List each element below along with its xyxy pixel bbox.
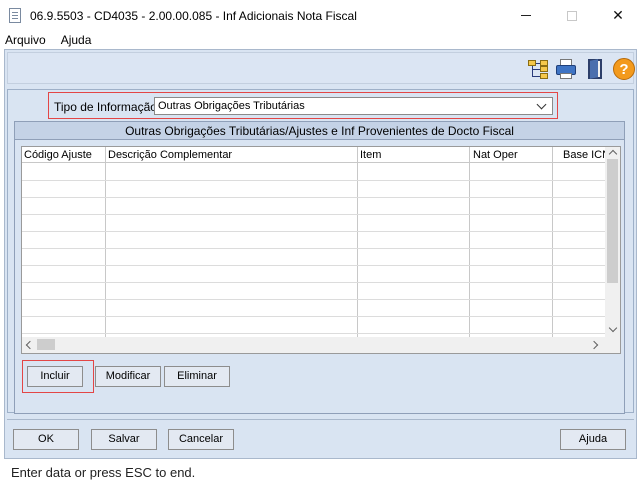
table-row — [22, 248, 607, 249]
column-item — [358, 147, 470, 339]
tipo-informacao-select[interactable]: Outras Obrigações Tributárias — [154, 97, 553, 115]
column-nat-oper — [470, 147, 553, 339]
cancelar-button[interactable]: Cancelar — [168, 429, 234, 450]
table-row — [22, 316, 607, 317]
vertical-scrollbar[interactable] — [605, 147, 620, 339]
modificar-button[interactable]: Modificar — [95, 366, 161, 387]
table-row — [22, 214, 607, 215]
status-bar: Enter data or press ESC to end. — [0, 459, 641, 486]
app-document-icon — [7, 7, 23, 24]
minimize-icon — [521, 15, 531, 16]
horizontal-scrollbar[interactable] — [22, 337, 620, 353]
group-title: Outras Obrigações Tributárias/Ajustes e … — [15, 122, 624, 140]
eliminar-button[interactable]: Eliminar — [164, 366, 230, 387]
tipo-informacao-value: Outras Obrigações Tributárias — [158, 100, 305, 112]
tipo-informacao-row: Tipo de Informação: Outras Obrigações Tr… — [48, 92, 558, 119]
table-row — [22, 231, 607, 232]
toolbar: ? — [7, 52, 636, 84]
column-codigo-ajuste — [22, 147, 106, 339]
scroll-right-icon[interactable] — [589, 340, 599, 350]
window-controls: ✕ — [503, 0, 641, 31]
table-row — [22, 265, 607, 266]
close-button[interactable]: ✕ — [595, 0, 641, 31]
header-base-icms[interactable]: Base ICN — [563, 149, 610, 161]
ajuda-button[interactable]: Ajuda — [560, 429, 626, 450]
ajustes-group: Outras Obrigações Tributárias/Ajustes e … — [14, 121, 625, 414]
incluir-button[interactable]: Incluir — [27, 366, 83, 387]
table-row — [22, 197, 607, 198]
menu-bar: Arquivo Ajuda — [0, 31, 641, 49]
dialog-button-bar: OK Salvar Cancelar Ajuda — [7, 419, 634, 456]
maximize-button — [549, 0, 595, 31]
client-area: ? Tipo de Informação: Outras Obrigações … — [4, 49, 637, 459]
maximize-icon — [567, 10, 577, 21]
salvar-button[interactable]: Salvar — [91, 429, 157, 450]
scroll-left-icon[interactable] — [25, 340, 35, 350]
column-descricao — [106, 147, 358, 339]
close-icon: ✕ — [612, 7, 624, 23]
help-icon[interactable]: ? — [612, 57, 636, 81]
main-panel: Tipo de Informação: Outras Obrigações Tr… — [7, 89, 634, 414]
exit-door-icon[interactable] — [583, 57, 607, 81]
table-row — [22, 299, 607, 300]
tipo-informacao-label: Tipo de Informação: — [54, 100, 161, 114]
menu-arquivo[interactable]: Arquivo — [5, 33, 46, 47]
table-row — [22, 180, 607, 181]
header-item[interactable]: Item — [360, 149, 381, 161]
scroll-up-icon[interactable] — [608, 149, 618, 159]
table-row — [22, 333, 607, 334]
minimize-button[interactable] — [503, 0, 549, 31]
menu-ajuda[interactable]: Ajuda — [61, 33, 92, 47]
header-codigo-ajuste[interactable]: Código Ajuste — [24, 149, 92, 161]
header-descricao-complementar[interactable]: Descrição Complementar — [108, 149, 232, 161]
title-bar: 06.9.5503 - CD4035 - 2.00.00.085 - Inf A… — [0, 0, 641, 31]
header-nat-oper[interactable]: Nat Oper — [473, 149, 518, 161]
ajustes-grid[interactable]: Código Ajuste Descrição Complementar Ite… — [21, 146, 621, 354]
horizontal-scroll-thumb[interactable] — [37, 339, 55, 350]
status-text: Enter data or press ESC to end. — [11, 465, 196, 480]
vertical-scroll-thumb[interactable] — [607, 159, 618, 283]
chevron-down-icon[interactable] — [536, 99, 547, 110]
scroll-down-icon[interactable] — [608, 323, 618, 333]
window-title: 06.9.5503 - CD4035 - 2.00.00.085 - Inf A… — [30, 8, 357, 23]
tree-icon[interactable] — [527, 57, 551, 81]
table-row — [22, 282, 607, 283]
ok-button[interactable]: OK — [13, 429, 79, 450]
printer-icon[interactable] — [554, 57, 578, 81]
